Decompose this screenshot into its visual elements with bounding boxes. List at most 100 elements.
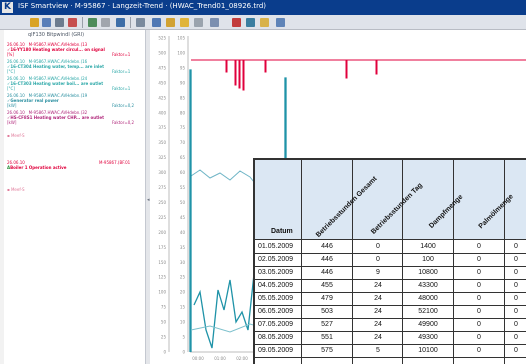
table-row: 05.05.2009 479 24 48000 0 0 xyxy=(255,293,526,306)
y-inner-tick-label: 85 xyxy=(180,95,186,100)
filter-icon[interactable] xyxy=(194,18,203,27)
open-icon[interactable] xyxy=(30,18,39,27)
y-inner-tick-label: 100 xyxy=(177,50,185,55)
cell-steam: 10800 xyxy=(418,269,438,276)
refresh-icon[interactable] xyxy=(152,18,161,27)
save-icon[interactable] xyxy=(42,18,51,27)
legend-entry-unit: [°C] Faktor=1 xyxy=(7,86,131,91)
cell-extra: 0 xyxy=(514,347,518,354)
help-icon[interactable] xyxy=(210,18,219,27)
cell-palm-oil: 0 xyxy=(477,295,481,302)
y-inner-tick-label: 75 xyxy=(180,125,186,130)
y-inner-tick-label: 70 xyxy=(180,140,186,145)
table-header: Datum Betriebsstunden Gesamt Betriebsstu… xyxy=(255,160,526,240)
y-inner-tick-label: 50 xyxy=(180,200,186,205)
y-outer-tick-label: 375 xyxy=(158,125,166,130)
toolbar xyxy=(0,15,526,30)
cell-date: 08.05.2009 xyxy=(258,334,294,341)
y-outer-tick-label: 75 xyxy=(161,305,167,310)
cell-palm-oil: 0 xyxy=(477,282,481,289)
export-icon[interactable] xyxy=(166,18,175,27)
app-logo-icon: K xyxy=(2,2,13,13)
cell-hours-total: 446 xyxy=(321,243,333,250)
y-outer-tick-label: 450 xyxy=(158,80,166,85)
application-window: K ISF Smartview · M-95867 · Langzeit-Tre… xyxy=(0,0,526,364)
y-outer-tick-label: 350 xyxy=(158,140,166,145)
x-tick-label: 00:00 xyxy=(192,356,204,361)
y-inner-tick-label: 5 xyxy=(182,335,185,340)
y-outer-tick-label: 300 xyxy=(158,170,166,175)
bookmark-icon[interactable] xyxy=(260,18,269,27)
legend-group-label[interactable]: ▪ Meef-S xyxy=(7,133,144,138)
legend-entry-unit: [°C] Faktor=1 xyxy=(7,69,131,74)
legend-group-label[interactable]: ▪ Meef-S xyxy=(7,187,144,192)
cell-hours-total: 446 xyxy=(321,256,333,263)
cell-hours-day: 24 xyxy=(374,295,382,302)
cell-hours-total: 446 xyxy=(321,269,333,276)
window-title: ISF Smartview · M-95867 · Langzeit-Trend… xyxy=(18,2,267,10)
cell-palm-oil: 0 xyxy=(477,321,481,328)
cell-hours-day: 0 xyxy=(376,256,380,263)
cell-steam: 100 xyxy=(422,256,434,263)
cell-hours-day: 24 xyxy=(374,321,382,328)
table-icon[interactable] xyxy=(116,18,125,27)
series-line-red xyxy=(191,59,526,91)
cell-hours-total: 527 xyxy=(321,321,333,328)
cell-extra: 0 xyxy=(514,308,518,315)
y-outer-tick-label: 200 xyxy=(158,230,166,235)
cell-hours-day: 9 xyxy=(376,269,380,276)
chart-icon[interactable] xyxy=(180,18,189,27)
column-header-palmoelmenge: Palmölmenge xyxy=(477,193,515,231)
cell-steam: 10100 xyxy=(418,347,438,354)
cell-date: 06.05.2009 xyxy=(258,308,294,315)
marker-icon[interactable] xyxy=(232,18,241,27)
window-icon[interactable] xyxy=(276,18,285,27)
y-outer-tick-label: 125 xyxy=(158,275,166,280)
cell-extra: 0 xyxy=(514,269,518,276)
cell-steam: 48000 xyxy=(418,295,438,302)
y-outer-tick-label: 325 xyxy=(158,155,166,160)
y-inner-tick-label: 60 xyxy=(180,170,186,175)
column-header-betriebsstunden-gesamt: Betriebsstunden Gesamt xyxy=(315,175,379,239)
y-inner-tick-label: 45 xyxy=(180,215,186,220)
settings-icon[interactable] xyxy=(136,18,145,27)
cell-palm-oil: 0 xyxy=(477,308,481,315)
y-outer-tick-label: 225 xyxy=(158,215,166,220)
y-inner-tick-label: 105 xyxy=(177,36,185,41)
toolbar-separator xyxy=(130,17,131,28)
cell-steam: 52100 xyxy=(418,308,438,315)
legend-alarm-name[interactable]: ABoiler 1 Operation active xyxy=(7,165,144,170)
cell-extra: 0 xyxy=(514,321,518,328)
cut-icon[interactable] xyxy=(68,18,77,27)
table-row: 08.05.2009 551 24 49300 0 0 xyxy=(255,332,526,345)
y-axis-outer: 5255004754504254003753503253002752502252… xyxy=(158,36,166,355)
cell-date: 05.05.2009 xyxy=(258,295,294,302)
y-outer-tick-label: 50 xyxy=(161,320,167,325)
cell-steam: 49900 xyxy=(418,321,438,328)
title-bar: K ISF Smartview · M-95867 · Langzeit-Tre… xyxy=(0,0,526,15)
cursor-line-icon[interactable] xyxy=(246,18,255,27)
cell-steam: 1400 xyxy=(420,243,436,250)
cell-extra: 0 xyxy=(514,282,518,289)
table-row: 02.05.2009 446 0 100 0 0 xyxy=(255,254,526,267)
legend-panel: qlF130 Bitpwindl (GRI) 26.06.10 M-95867.… xyxy=(4,30,146,364)
data-table: Datum Betriebsstunden Gesamt Betriebsstu… xyxy=(253,158,526,364)
zoom-icon[interactable] xyxy=(88,18,97,27)
y-outer-tick-label: 475 xyxy=(158,65,166,70)
cursor-icon[interactable] xyxy=(101,18,110,27)
print-icon[interactable] xyxy=(55,18,64,27)
cell-extra: 0 xyxy=(514,243,518,250)
cell-date: 03.05.2009 xyxy=(258,269,294,276)
cell-steam: 49300 xyxy=(418,334,438,341)
y-inner-tick-label: 40 xyxy=(180,230,186,235)
y-inner-tick-label: 80 xyxy=(180,110,186,115)
cell-date: 04.05.2009 xyxy=(258,282,294,289)
y-inner-tick-label: 20 xyxy=(180,290,186,295)
table-row: 07.05.2009 527 24 49900 0 0 xyxy=(255,319,526,332)
table-row: 01.05.2009 446 0 1400 0 0 xyxy=(255,241,526,254)
legend-entry-unit: [%] Faktor=1 xyxy=(7,52,131,57)
y-outer-tick-label: 525 xyxy=(158,36,166,41)
y-inner-tick-label: 15 xyxy=(180,305,186,310)
cell-date: 07.05.2009 xyxy=(258,321,294,328)
y-outer-tick-label: 275 xyxy=(158,185,166,190)
